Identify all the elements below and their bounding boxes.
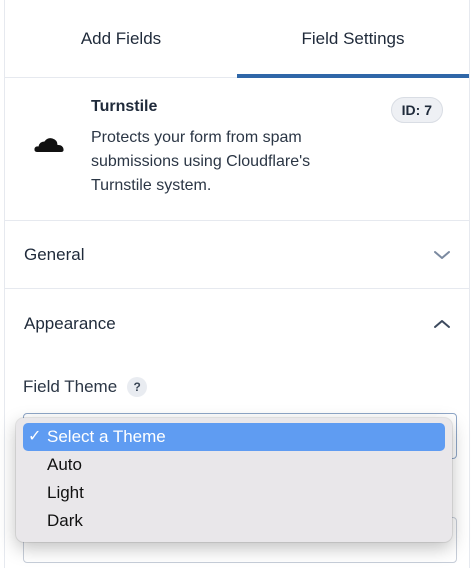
option-auto[interactable]: Auto [23, 451, 445, 479]
sidebar-tabs: Add Fields Field Settings [5, 0, 469, 78]
help-icon[interactable]: ? [127, 377, 148, 397]
section-general-toggle[interactable]: General [5, 221, 469, 289]
field-theme-label-text: Field Theme [23, 377, 118, 396]
option-label: Light [47, 483, 84, 502]
section-general-title: General [24, 244, 85, 264]
option-dark[interactable]: Dark [23, 507, 445, 535]
chevron-up-icon [434, 320, 450, 328]
field-theme-dropdown: ✓ Select a Theme Auto Light Dark [16, 418, 452, 542]
cloudflare-cloud-icon [34, 138, 64, 152]
field-settings-panel: Add Fields Field Settings Turnstile Prot… [4, 0, 470, 568]
chevron-down-icon [434, 250, 450, 259]
section-appearance-toggle[interactable]: Appearance [5, 290, 469, 358]
option-label: Dark [47, 511, 83, 530]
option-label: Auto [47, 455, 82, 474]
tab-field-settings[interactable]: Field Settings [237, 0, 469, 78]
section-appearance-title: Appearance [24, 314, 116, 333]
check-icon: ✓ [28, 428, 42, 445]
field-title: Turnstile [91, 98, 158, 115]
option-label: Select a Theme [47, 427, 166, 446]
option-select-a-theme[interactable]: ✓ Select a Theme [23, 423, 445, 451]
field-description: Protects your form from spam submissions… [91, 129, 311, 194]
field-info: Turnstile Protects your form from spam s… [5, 78, 469, 221]
option-light[interactable]: Light [23, 479, 445, 507]
field-theme-label: Field Theme ? [23, 377, 148, 397]
tab-add-fields[interactable]: Add Fields [5, 0, 237, 77]
field-id-badge: ID: 7 [390, 97, 443, 123]
